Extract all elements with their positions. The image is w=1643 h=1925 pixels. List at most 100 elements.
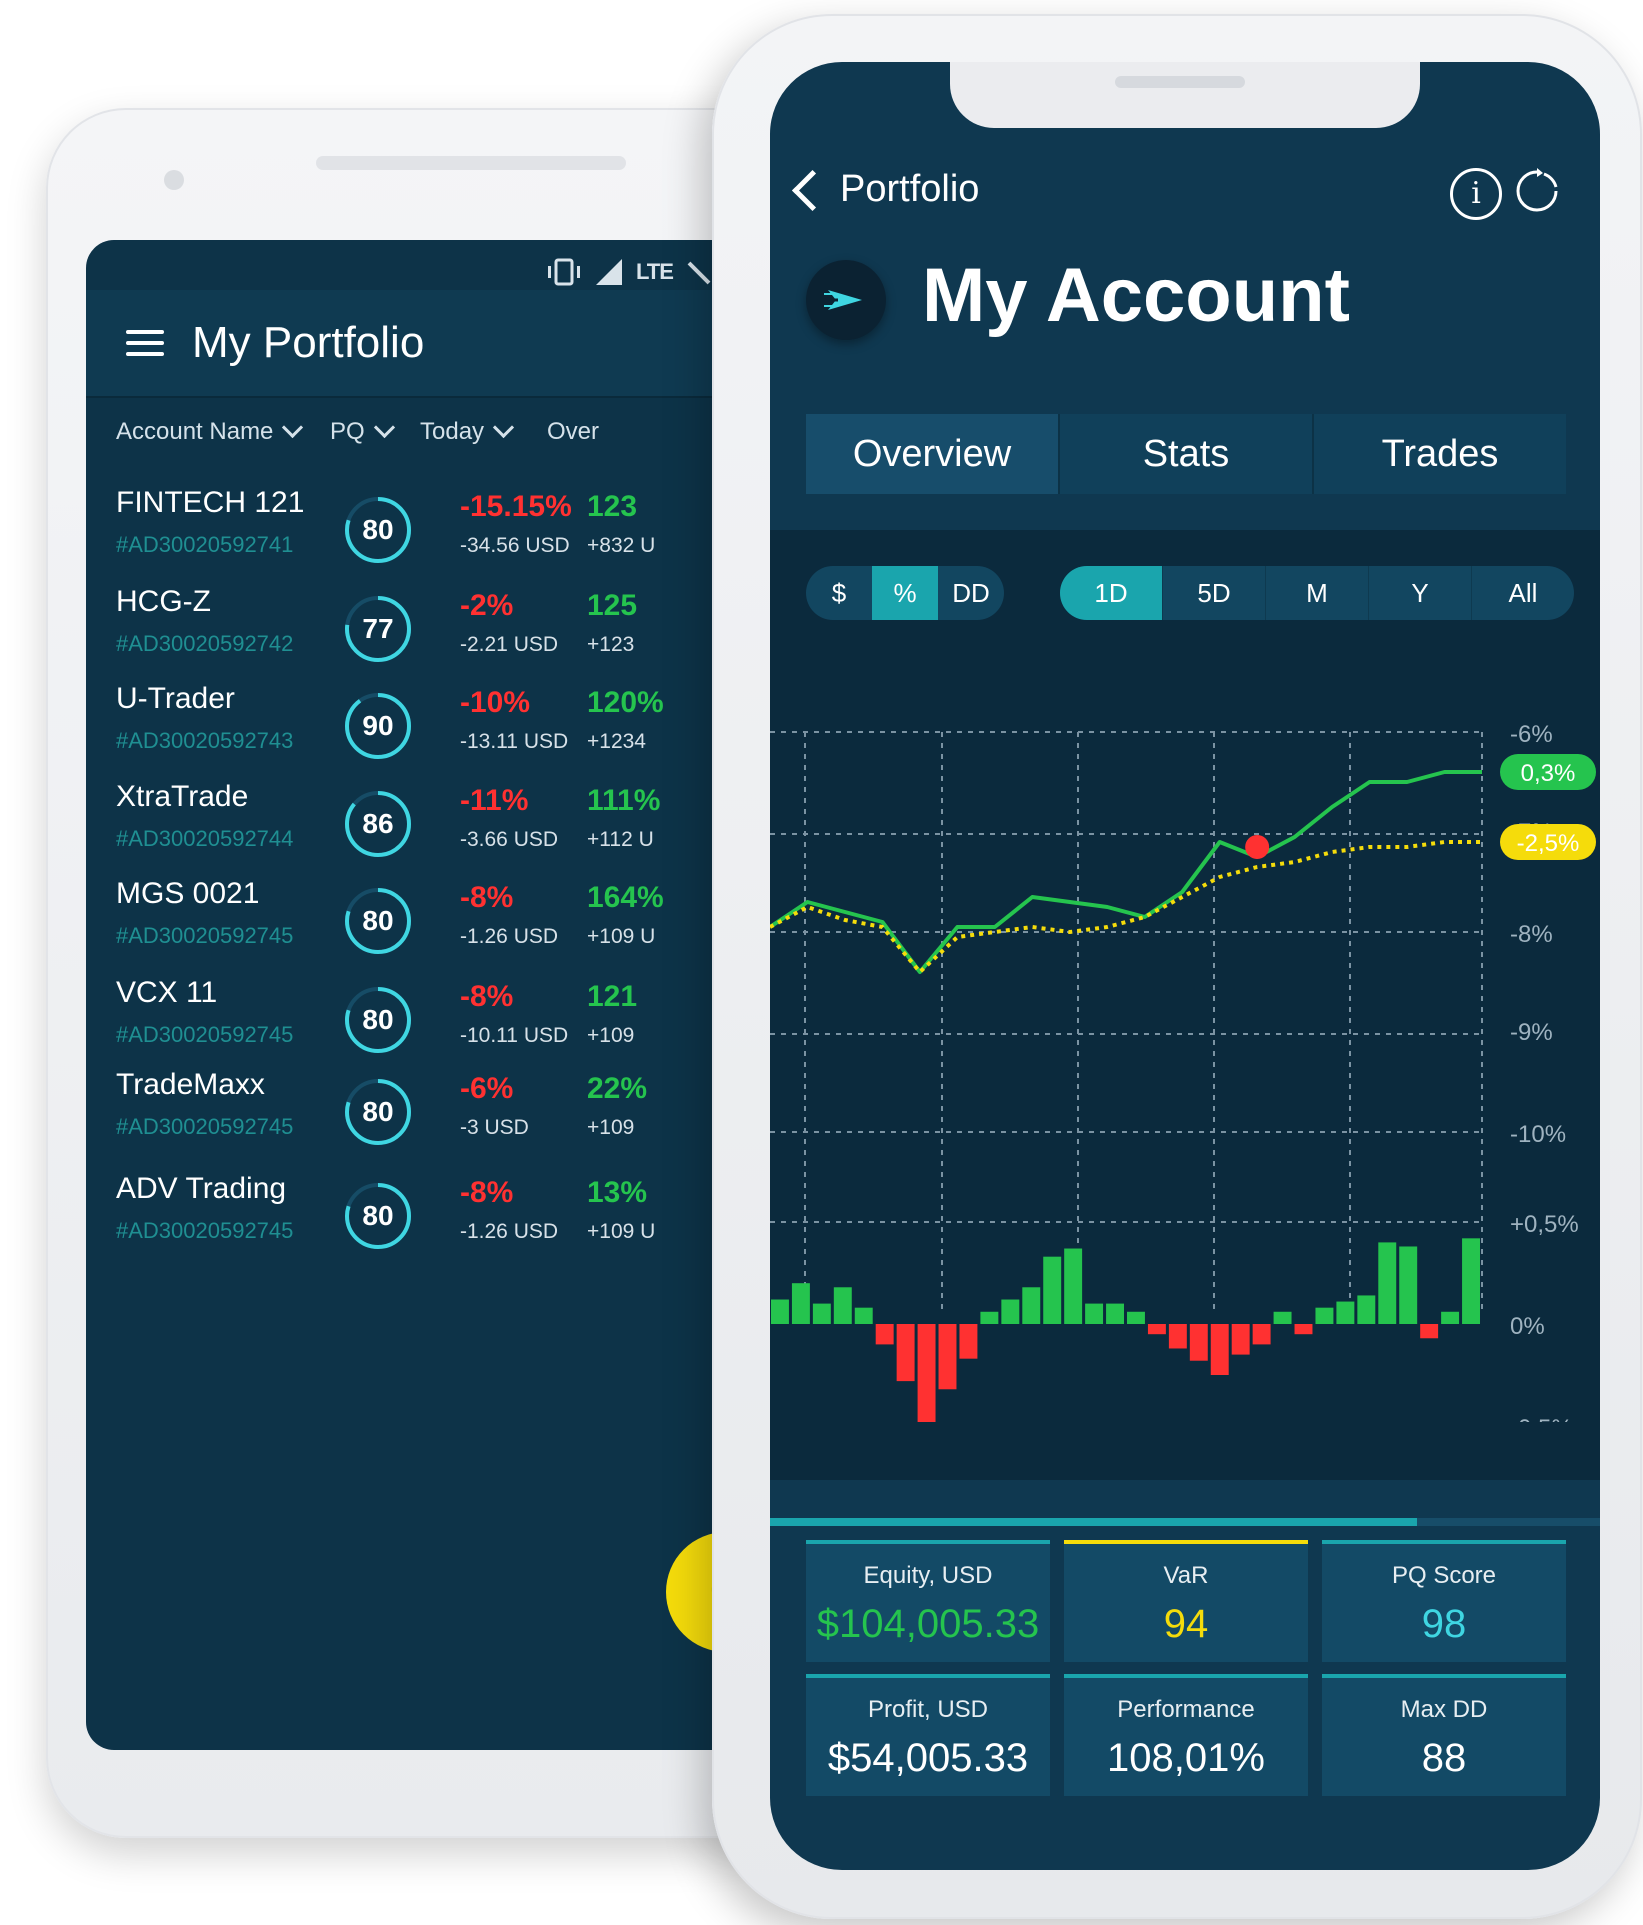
y-tick-label: -6% — [1510, 721, 1553, 748]
stat-label: Profit, USD — [867, 1696, 989, 1723]
chevron-left-icon — [791, 169, 834, 212]
range-1d[interactable]: 1D — [1060, 566, 1163, 620]
bar — [1252, 1324, 1271, 1345]
stat-card[interactable]: Performance 108,01% — [1064, 1674, 1308, 1796]
pq-score-ring: 80 — [342, 494, 414, 566]
stat-label: PQ Score — [1391, 1562, 1497, 1589]
account-id: #AD30020592744 — [116, 826, 294, 851]
tab-trades[interactable]: Trades — [1314, 414, 1566, 494]
bar — [854, 1307, 873, 1324]
bar — [1378, 1242, 1397, 1324]
overall-percent: 125 — [587, 589, 638, 622]
y-tick-label: -10% — [1510, 1121, 1566, 1148]
tab-overview[interactable]: Overview — [806, 414, 1060, 494]
chevron-down-icon — [282, 416, 304, 439]
column-headers: Account Name PQ Today Over — [86, 408, 806, 468]
range-all[interactable]: All — [1472, 566, 1574, 620]
phone-notch — [950, 62, 1420, 128]
status-bar: LTE — [546, 254, 713, 290]
bar — [771, 1299, 789, 1324]
today-percent: -11% — [460, 784, 529, 817]
bar — [917, 1324, 936, 1422]
pq-score-ring: 80 — [342, 1180, 414, 1252]
bar — [1462, 1238, 1480, 1324]
bar — [1231, 1324, 1250, 1355]
info-icon[interactable]: i — [1450, 168, 1502, 220]
bar — [1127, 1311, 1145, 1324]
account-id: #AD30020592743 — [116, 728, 294, 753]
unit-percent[interactable]: % — [872, 566, 938, 620]
stat-label: Equity, USD — [863, 1562, 993, 1589]
android-phone: LTE My Portfolio Account Name PQ Today O… — [46, 108, 806, 1838]
pq-score-ring: 80 — [342, 984, 414, 1056]
bar — [1420, 1324, 1439, 1339]
column-today[interactable]: Today — [420, 416, 515, 446]
bar — [791, 1283, 810, 1324]
account-row[interactable]: ADV Trading #AD30020592745 80 -8% -1.26 USD 1… — [86, 1162, 806, 1282]
y-tick-label: +0,5% — [1510, 1211, 1579, 1238]
pq-score-ring: 90 — [342, 690, 414, 762]
phone-speaker — [316, 156, 626, 170]
portfolio-screen: LTE My Portfolio Account Name PQ Today O… — [86, 240, 806, 1750]
back-label[interactable]: Portfolio — [840, 168, 979, 211]
account-name: ADV Trading — [116, 1172, 287, 1205]
range-m[interactable]: M — [1266, 566, 1369, 620]
app-toolbar: My Portfolio — [86, 290, 806, 398]
bar — [812, 1303, 831, 1324]
y-tick-label: -8% — [1510, 921, 1553, 948]
stat-card[interactable]: PQ Score 98 — [1322, 1540, 1566, 1662]
y-tick-label: -0,5% — [1510, 1415, 1573, 1422]
today-usd: -34.56 USD — [460, 534, 570, 557]
tab-stats[interactable]: Stats — [1060, 414, 1314, 494]
unit-dd[interactable]: DD — [938, 566, 1004, 620]
today-usd: -3 USD — [460, 1116, 529, 1139]
bar — [1210, 1324, 1229, 1375]
bar — [1294, 1324, 1313, 1335]
stat-card[interactable]: Max DD 88 — [1322, 1674, 1566, 1796]
account-logo — [806, 260, 886, 340]
menu-icon[interactable] — [126, 330, 164, 356]
range-5d[interactable]: 5D — [1163, 566, 1266, 620]
account-name: HCG-Z — [116, 585, 211, 618]
bar — [1043, 1256, 1062, 1324]
account-id: #AD30020592745 — [116, 1218, 294, 1243]
bar — [1064, 1248, 1083, 1324]
overall-percent: 164% — [587, 881, 664, 914]
stats-grid: Equity, USD $104,005.33 VaR 94 PQ Score 98 Pro… — [806, 1540, 1566, 1800]
nav-bar: Portfolio i — [770, 150, 1600, 230]
stat-card[interactable]: Profit, USD $54,005.33 — [806, 1674, 1050, 1796]
back-button[interactable] — [790, 169, 834, 212]
column-pq[interactable]: PQ — [330, 416, 395, 446]
pq-score: 90 — [362, 710, 394, 741]
account-id: #AD30020592745 — [116, 1022, 294, 1047]
overall-usd: +109 — [587, 1116, 635, 1139]
account-name: VCX 11 — [116, 976, 218, 1009]
account-title: My Account — [922, 253, 1350, 338]
bar — [1315, 1307, 1334, 1324]
today-usd: -1.26 USD — [460, 1220, 559, 1243]
pq-score-ring: 80 — [342, 1076, 414, 1148]
refresh-icon[interactable] — [1514, 168, 1560, 214]
pq-score: 80 — [362, 1096, 394, 1127]
bar — [1147, 1324, 1166, 1335]
signal-icon — [596, 259, 622, 285]
pq-score: 80 — [362, 1004, 394, 1035]
bar — [1441, 1311, 1460, 1324]
bar — [1001, 1299, 1020, 1324]
stat-card[interactable]: Equity, USD $104,005.33 — [806, 1540, 1050, 1662]
overall-usd: +123 — [587, 633, 635, 656]
bar — [875, 1324, 894, 1345]
account-name: TradeMaxx — [116, 1068, 265, 1101]
bar — [1085, 1303, 1104, 1324]
column-overall[interactable]: Over — [547, 418, 599, 446]
today-percent: -8% — [460, 881, 514, 914]
unit-dollar[interactable]: $ — [806, 566, 872, 620]
performance-chart: -6%-7%-8%-9%-10%0,3%-2,5%+0,5%0%-0,5%5:0… — [770, 721, 1596, 1422]
bar — [1022, 1287, 1041, 1324]
account-id: #AD30020592745 — [116, 923, 294, 948]
stat-card[interactable]: VaR 94 — [1064, 1540, 1308, 1662]
column-account-name[interactable]: Account Name — [116, 416, 304, 446]
range-y[interactable]: Y — [1369, 566, 1472, 620]
account-row[interactable]: TradeMaxx #AD30020592745 80 -6% -3 USD 22% +10… — [86, 1058, 806, 1178]
bar — [896, 1324, 915, 1382]
